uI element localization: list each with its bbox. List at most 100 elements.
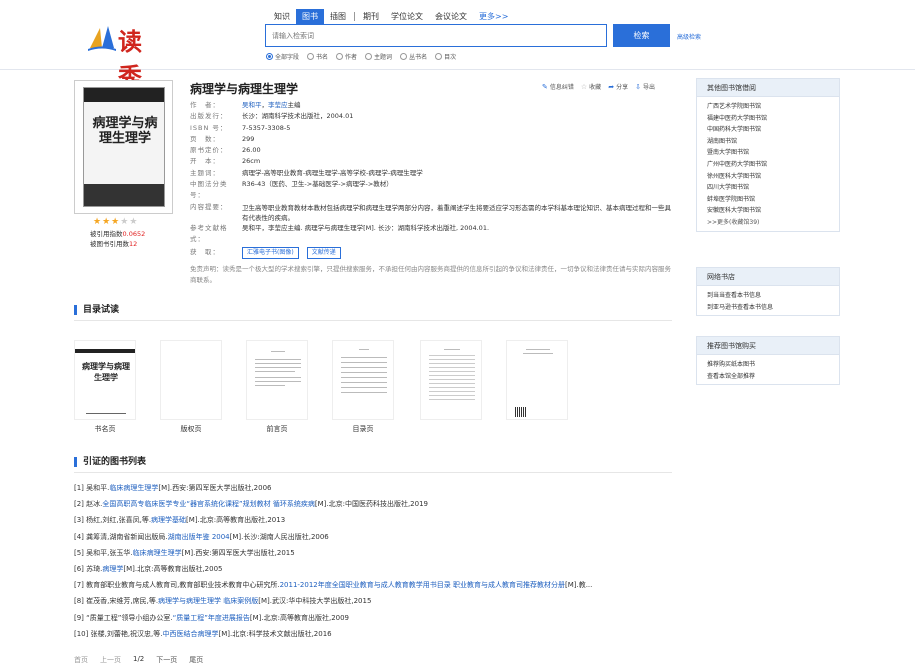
thumb-line (341, 362, 387, 363)
tab-knowledge[interactable]: 知识 (268, 9, 296, 24)
thumb-line (255, 363, 301, 364)
ref-link[interactable]: 病理学基础 (151, 516, 186, 524)
ref-link[interactable]: 湖南出版年鉴 2004 (168, 533, 230, 541)
star-icon[interactable]: ★ (93, 218, 101, 227)
scope-subject[interactable]: 主题词 (365, 52, 392, 61)
favorite-action[interactable]: ☆ 收藏 (580, 82, 601, 92)
ref-link[interactable]: 临床病理生理学 (133, 549, 182, 557)
library-link[interactable]: 广西艺术学院图书馆 (707, 101, 839, 113)
preview-copyright-page[interactable]: 版权页 (160, 340, 222, 434)
thumb-line (341, 387, 387, 388)
meta-label: 页 数： (190, 134, 220, 143)
radio-icon (266, 53, 273, 60)
amazon-link[interactable]: 到亚马逊书查看本书信息 (707, 302, 839, 314)
library-link[interactable]: 广州中医药大学图书馆 (707, 159, 839, 171)
scope-all-fields[interactable]: 全部字段 (266, 52, 299, 61)
book-cover[interactable]: 病理学与病理生理学 (74, 80, 173, 214)
ref-suffix: [M].北京:高等教育出版社,2013 (186, 516, 286, 525)
ref-prefix: [1] 吴和平. (74, 484, 110, 492)
document-delivery-button[interactable]: 文献传递 (306, 247, 341, 260)
scope-label: 全部字段 (275, 54, 300, 61)
meta-label: 主题词： (190, 168, 220, 177)
disclaimer: 免责声明：读秀是一个极大型的学术搜索引擎，只提供搜索服务，不承担任何由内容服务商… (190, 265, 671, 284)
star-icon[interactable]: ★ (102, 218, 110, 227)
ref-link[interactable]: 临床病理生理学 (109, 484, 158, 492)
scope-title[interactable]: 书名 (307, 52, 328, 61)
section-divider (74, 472, 672, 473)
category-tabs: 知识 图书 插图 期刊 学位论文 会议论文 更多>> (268, 8, 514, 24)
share-action[interactable]: ➦ 分享 (608, 82, 628, 92)
preview-body-page[interactable] (420, 340, 482, 424)
ebook-image-button[interactable]: 汇雅电子书(图像) (242, 247, 299, 260)
tab-more[interactable]: 更多>> (473, 9, 514, 24)
thumb-line (429, 359, 475, 360)
ref-suffix: [M].北京:高等教育出版社,2009 (249, 613, 350, 622)
library-link[interactable]: 四川大学图书馆 (707, 182, 839, 194)
list-item: [10] 张楼,刘蕾艳,祝汉忠,等.中西医结合病理学[M].北京:科学技术文献出… (74, 626, 672, 642)
dangdang-link[interactable]: 到当当查看本书信息 (707, 290, 839, 302)
ref-link[interactable]: 病理学与病理生理学 临床案例版 (158, 597, 258, 605)
report-error-action[interactable]: ✎ 信息纠错 (542, 82, 574, 92)
author-suffix: 主编 (287, 101, 301, 109)
book-actions: ✎ 信息纠错 ☆ 收藏 ➦ 分享 ⇩ 导出 (542, 82, 655, 92)
library-link[interactable]: 徐州医科大学图书馆 (707, 171, 839, 183)
advanced-search-link[interactable]: 高级检索 (677, 32, 701, 41)
book-metadata: 作 者： 吴和平，李莹应主编 出版发行： 长沙：湖南科学技术出版社，2004.0… (190, 100, 675, 260)
site-logo[interactable]: 读秀 (86, 22, 166, 91)
ref-suffix: [M].长沙:湖南人民出版社,2006 (229, 532, 329, 541)
ref-link[interactable]: 2011-2012年度全国职业教育与成人教育教学用书目录 职业教育与成人教育司推… (280, 581, 565, 589)
view-recommendations-link[interactable]: 查看本馆全部推荐 (707, 371, 839, 383)
library-link[interactable]: 暨南大学图书馆 (707, 147, 839, 159)
author-link[interactable]: 李莹应 (268, 101, 288, 109)
meta-row-publisher: 出版发行： 长沙：湖南科学技术出版社，2004.01 (190, 111, 675, 122)
scope-series[interactable]: 丛书名 (400, 52, 427, 61)
list-item: [6] 苏琦.病理学[M].北京:高等教育出版社,2005 (74, 561, 672, 577)
more-libraries-link[interactable]: >>更多(收藏馆39) (707, 217, 839, 229)
ref-link[interactable]: “质量工程”年度进展报告 (173, 614, 250, 622)
star-outline-icon: ☆ (580, 82, 588, 91)
tab-theses[interactable]: 学位论文 (385, 9, 429, 24)
preview-label: 目录页 (352, 425, 374, 433)
preview-title-page[interactable]: 病理学与病理生理学 书名页 (74, 340, 136, 434)
thumb-line (96, 377, 116, 378)
thumb-line (429, 355, 475, 356)
preview-label: 版权页 (180, 425, 202, 433)
last-page-link[interactable]: 尾页 (189, 655, 203, 665)
ref-link[interactable]: 全国高职高专临床医学专业“器官系统化课程”规划教材 循环系统疾病 (102, 500, 314, 508)
export-action[interactable]: ⇩ 导出 (635, 82, 655, 92)
first-page-link[interactable]: 首页 (74, 655, 88, 665)
ref-prefix: [7] 教育部职业教育与成人教育司,教育部职业技术教育中心研究所. (74, 581, 280, 590)
thumb-line (429, 367, 475, 368)
preview-label: 前言页 (266, 425, 288, 433)
recommend-purchase-link[interactable]: 推荐购买纸本图书 (707, 359, 839, 371)
scope-author[interactable]: 作者 (336, 52, 357, 61)
author-link[interactable]: 吴和平 (242, 101, 262, 109)
tab-journals[interactable]: 期刊 (357, 9, 385, 24)
next-page-link[interactable]: 下一页 (156, 655, 177, 665)
star-icon[interactable]: ★ (111, 218, 119, 227)
rating-stars[interactable]: ★ ★ ★ ★ ★ (93, 218, 137, 227)
library-link[interactable]: 湖南图书馆 (707, 136, 839, 148)
library-link[interactable]: 中国药科大学图书馆 (707, 124, 839, 136)
search-button[interactable]: 检索 (613, 24, 670, 47)
scope-toc[interactable]: 目次 (435, 52, 456, 61)
star-icon[interactable]: ★ (120, 218, 128, 227)
preview-preface-page[interactable]: 前言页 (246, 340, 308, 434)
tab-books[interactable]: 图书 (296, 8, 324, 24)
library-link[interactable]: 安徽医科大学图书馆 (707, 205, 839, 217)
meta-row-pages: 页 数： 299 (190, 134, 675, 145)
ref-link[interactable]: 中西医结合病理学 (163, 630, 219, 638)
library-link[interactable]: 福建中医药大学图书馆 (707, 113, 839, 125)
library-link[interactable]: 蚌埠医学院图书馆 (707, 194, 839, 206)
preview-toc-page[interactable]: 目录页 (332, 340, 394, 434)
thumb-line (255, 377, 301, 378)
preview-back-page[interactable] (506, 340, 568, 424)
prev-page-link[interactable]: 上一页 (100, 655, 121, 665)
search-input[interactable] (265, 24, 607, 47)
meta-row-get: 获 取： 汇雅电子书(图像) 文献传递 (190, 247, 675, 260)
cite-index-label: 被引用指数 (90, 230, 123, 238)
star-icon[interactable]: ★ (129, 218, 137, 227)
tab-conference-papers[interactable]: 会议论文 (429, 9, 473, 24)
ref-link[interactable]: 病理学 (102, 565, 123, 573)
tab-illustrations[interactable]: 插图 (324, 9, 352, 24)
